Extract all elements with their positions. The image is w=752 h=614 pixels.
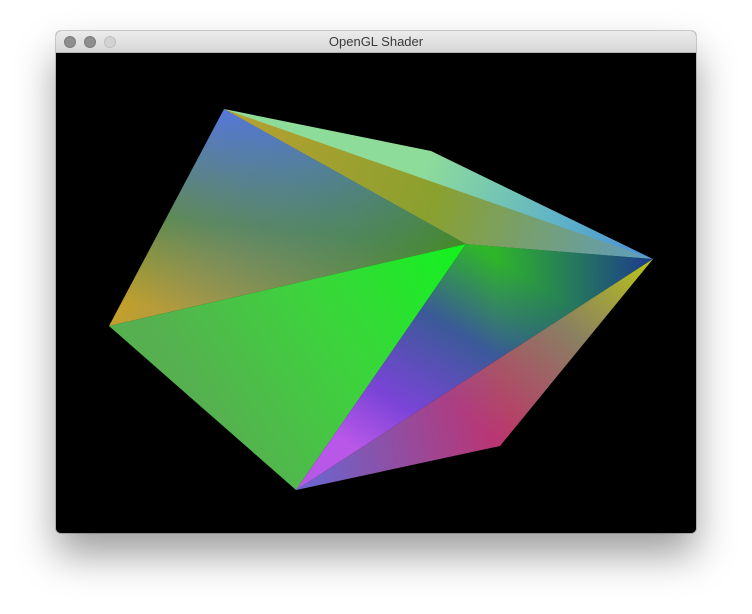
window-title: OpenGL Shader xyxy=(328,34,424,49)
opengl-viewport[interactable] xyxy=(56,53,696,533)
app-window: OpenGL Shader xyxy=(56,31,696,533)
title-bar[interactable]: OpenGL Shader xyxy=(56,31,696,53)
rendered-polyhedron xyxy=(109,109,653,490)
